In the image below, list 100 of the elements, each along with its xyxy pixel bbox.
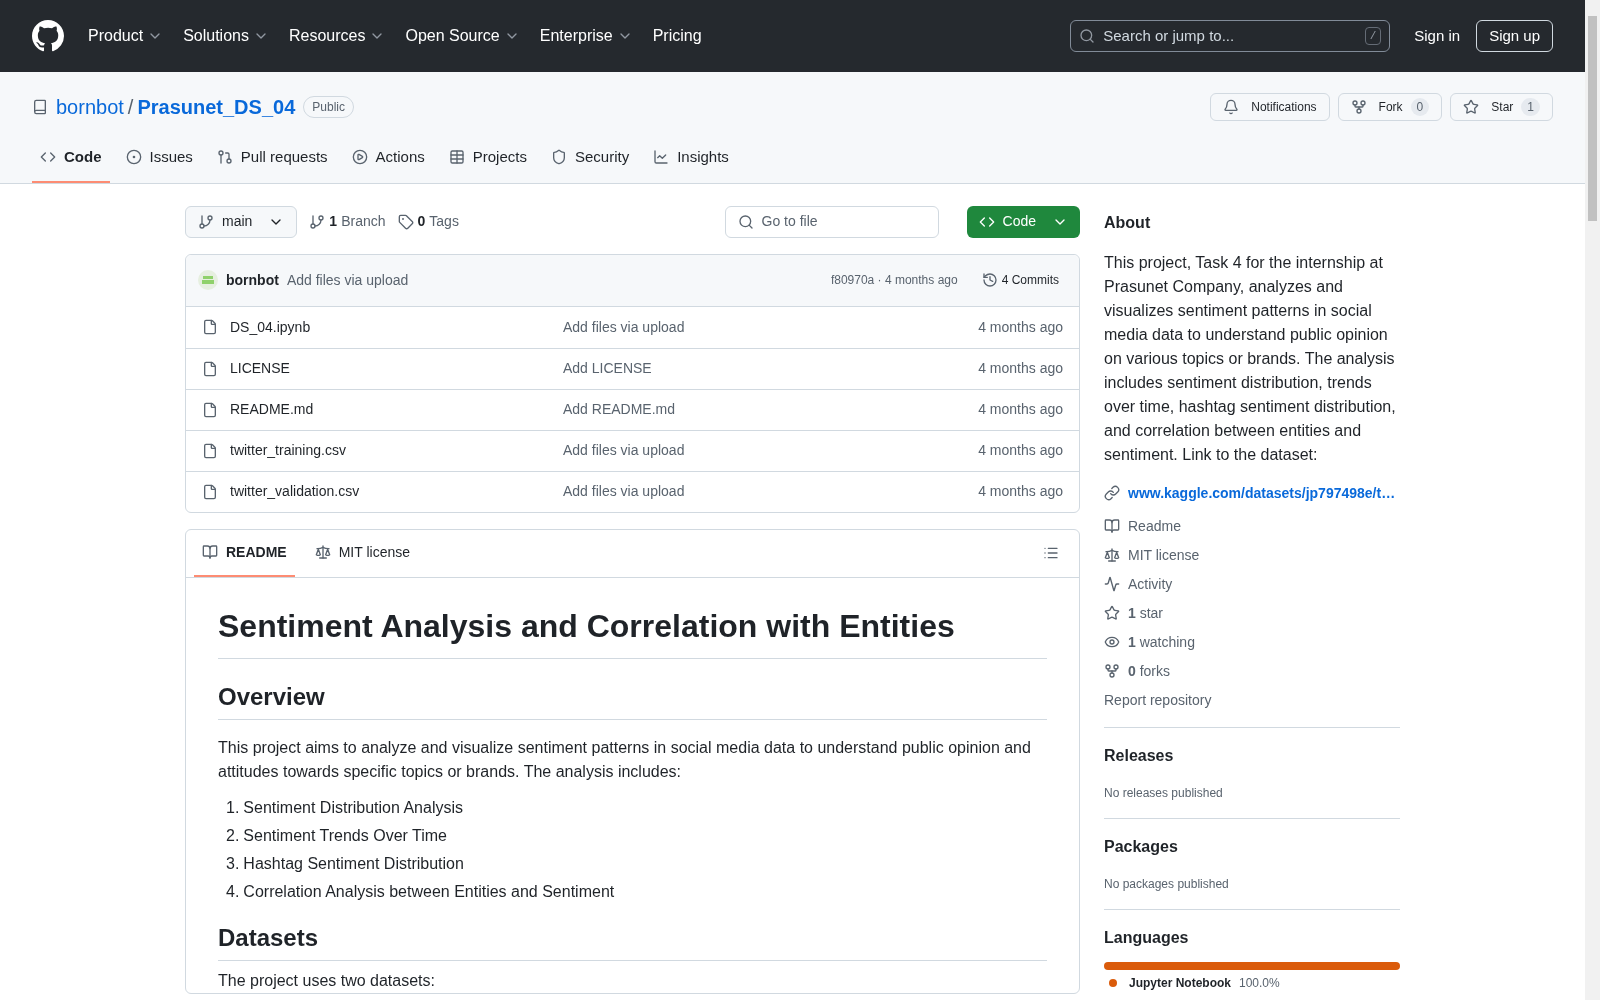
counter: 1 [1521,98,1540,116]
languages-heading: Languages [1104,927,1190,948]
repo-tab[interactable]: Pull requests [208,142,336,183]
play-icon [351,149,368,166]
search-icon [737,213,754,230]
branch-selector[interactable]: main [185,205,298,238]
repo-tab[interactable]: Projects [440,142,535,183]
shortcut-key: / [1364,26,1382,46]
sidebar-stat-link[interactable]: Activity [1104,573,1400,595]
scale-icon [1104,547,1120,563]
search-input[interactable]: Search or jump to... [1103,24,1357,48]
file-time: 4 months ago [978,359,1063,378]
section-heading: Overview [218,678,1047,720]
scale-icon [314,544,331,560]
readme-tab[interactable]: README [194,529,295,577]
eye-icon [1104,634,1120,650]
commit-message-link[interactable]: Add LICENSE [563,358,652,379]
list-number: 2. [226,825,240,846]
file-name-link[interactable]: DS_04.ipynb [230,316,563,338]
commit-message-link[interactable]: Add files via upload [563,481,685,502]
github-logo-icon[interactable] [32,20,64,52]
graph-icon [653,149,670,166]
commit-message-link[interactable]: Add files via upload [563,440,685,461]
tags-link[interactable]: 0 Tags [397,211,459,232]
file-time: 4 months ago [978,400,1063,419]
file-name-link[interactable]: twitter_validation.csv [230,481,563,502]
file-icon [202,483,218,500]
fork-button[interactable]: Fork 0 [1337,93,1443,121]
section-heading: Datasets [218,919,1047,961]
nav-menu-item[interactable]: Pricing [652,24,702,48]
sign-up-button[interactable]: Sign up [1476,20,1553,52]
file-icon [202,442,218,459]
readme-title: Sentiment Analysis and Correlation with Entities [218,601,1047,659]
fork-icon [1104,663,1120,679]
search-bar[interactable]: Search or jump to... / [1070,20,1391,52]
star-icon [1104,605,1120,621]
tag-icon [397,213,414,230]
notifications-button[interactable]: Notifications [1210,93,1330,121]
book-icon [1104,518,1120,534]
fork-icon [1350,99,1367,115]
commit-message: Add files via upload [286,270,409,290]
file-time: 4 months ago [978,317,1063,337]
readme-tab[interactable]: MIT license [306,529,418,577]
sidebar-stat-link[interactable]: 1 watching [1104,631,1400,653]
file-icon [202,360,218,377]
go-to-file-input[interactable]: Go to file [761,211,926,232]
circle-dot-icon [125,149,142,166]
packages-heading: Packages [1104,836,1179,857]
repo-name-link[interactable]: Prasunet_DS_04 [137,92,296,122]
file-name-link[interactable]: README.md [230,399,563,420]
nav-menu-item[interactable]: Open Source [405,24,520,48]
branch-icon [198,213,214,230]
language-percent: 100.0% [1239,974,1280,992]
file-name-link[interactable]: LICENSE [230,358,563,379]
pull-request-icon [216,149,233,166]
list-number: 1. [226,797,240,818]
owner-link[interactable]: bornbot [56,92,124,122]
list-number: 4. [226,881,240,902]
website-link[interactable]: www.kaggle.com/datasets/jp797498e/t… [1128,482,1396,504]
nav-menu-item[interactable]: Solutions [183,24,269,48]
history-icon [981,272,998,288]
list-item: Hashtag Sentiment Distribution [243,853,464,874]
star-button[interactable]: Star 1 [1450,93,1553,121]
pulse-icon [1104,576,1120,592]
repo-tab[interactable]: Issues [117,142,201,183]
sidebar-stat-link[interactable]: 1 star [1104,602,1400,624]
go-to-file-bar[interactable]: Go to file [724,205,939,238]
commit-author-link[interactable]: bornbot [226,269,279,291]
scrollbar-thumb[interactable] [1588,16,1597,221]
avatar-icon [198,270,218,290]
list-item: Correlation Analysis between Entities and Sentiment [243,881,615,902]
commit-hash-time: f80970a · 4 months ago [830,272,958,289]
about-heading: About [1104,212,1152,233]
book-icon [202,544,218,560]
link-icon [1104,485,1120,501]
file-name-link[interactable]: twitter_training.csv [230,440,563,461]
commits-link[interactable]: 4 Commits [981,271,1059,289]
repo-tab[interactable]: Code [32,142,110,183]
commit-message-link[interactable]: Add README.md [563,399,676,420]
report-link[interactable]: Report repository [1104,689,1400,711]
nav-menu-item[interactable]: Resources [288,24,386,48]
repo-tab[interactable]: Actions [343,142,433,183]
sidebar-stat-link[interactable]: Readme [1104,515,1400,537]
nav-menu-item[interactable]: Enterprise [539,24,633,48]
counter: 0 [1410,98,1430,116]
overview-paragraph: This project aims to analyze and visualize sentiment patterns in social media data to understand public opinion and attitudes towards specific topics or brands. The analysis includes: [218,737,1032,782]
sidebar-stat-link[interactable]: 0 forks [1104,660,1400,682]
branch-icon [309,213,326,230]
repo-tab[interactable]: Security [542,142,638,183]
sign-in-link[interactable]: Sign in [1414,24,1461,48]
about-description: This project, Task 4 for the internship at Prasunet Company, analyzes and visualizes sentiment patterns in social media data to understand public opinion on various topics or brands. The analysis includes sentiment distribution, trends over time, hashtag sentiment distribution, and correlation between entities and sentiment. Link to the dataset: [1104,252,1397,465]
commit-message-link[interactable]: Add files via upload [563,316,685,338]
repo-tab[interactable]: Insights [645,142,737,183]
nav-menu-item[interactable]: Product [88,24,164,48]
code-button[interactable]: Code [966,205,1080,238]
outline-icon[interactable] [1043,545,1059,561]
branches-link[interactable]: 1 Branch [309,211,386,232]
path-separator: / [127,95,134,120]
file-time: 4 months ago [978,482,1063,501]
sidebar-stat-link[interactable]: MIT license [1104,544,1400,566]
